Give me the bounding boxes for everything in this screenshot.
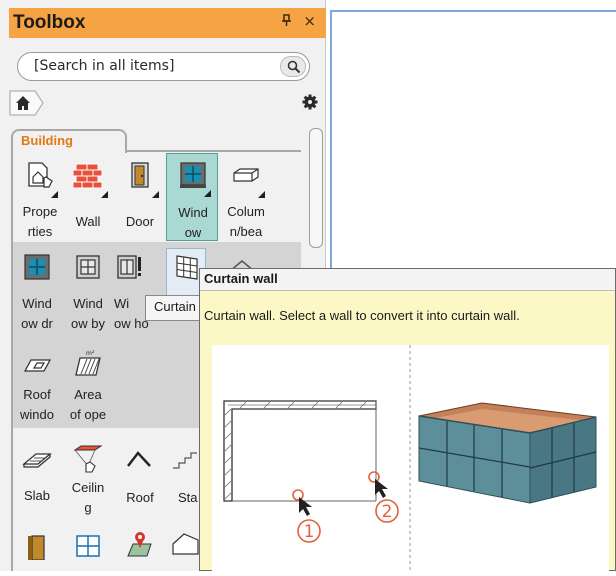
tool-house[interactable]	[166, 524, 200, 571]
tool-window[interactable]: Wind ow	[166, 153, 218, 241]
wall-plan-diagram	[223, 400, 377, 502]
svg-text:m²: m²	[86, 350, 95, 357]
tooltip-illustration: 1 2	[212, 345, 609, 572]
tool-site[interactable]	[114, 524, 166, 571]
tooltip-header: Curtain wall	[200, 269, 615, 291]
tool-window-draw[interactable]: Wind ow dr	[11, 248, 63, 332]
tool-ceiling[interactable]: Ceilin g	[62, 440, 114, 524]
wall-icon	[73, 163, 103, 189]
properties-icon	[28, 162, 53, 188]
tab-building-label: Building	[21, 133, 73, 148]
curtain-wall-icon	[176, 255, 198, 280]
tool-label: Wall	[75, 214, 101, 229]
tool-window-by[interactable]: Wind ow by	[62, 248, 114, 332]
tab-building[interactable]: Building	[11, 129, 127, 153]
toolbox-header: Toolbox ×	[9, 8, 326, 38]
tool-grid[interactable]	[62, 524, 114, 571]
window-hole-icon	[117, 255, 141, 279]
tool-label: Roof windo	[20, 387, 54, 422]
tool-label: Door	[125, 214, 155, 229]
tool-stairs[interactable]: Sta	[168, 440, 198, 524]
grid-icon	[76, 535, 100, 557]
window-draw-icon	[24, 254, 50, 280]
roof-icon	[127, 451, 151, 467]
house-outline-icon	[172, 533, 199, 555]
close-icon[interactable]: ×	[303, 12, 316, 30]
roof-window-icon	[23, 359, 52, 372]
column-icon	[233, 168, 259, 182]
gear-icon[interactable]	[302, 94, 318, 114]
tool-roof-window[interactable]: Roof windo	[11, 345, 63, 429]
tool-slab[interactable]: Slab	[11, 440, 63, 524]
pin-icon[interactable]	[281, 14, 292, 31]
slab-icon	[22, 453, 52, 468]
tool-wall[interactable]: Wall	[62, 156, 114, 240]
cursor-icon	[299, 497, 312, 516]
tool-area-opening[interactable]: m² Area of ope	[62, 345, 114, 429]
tool-roof[interactable]: Roof	[114, 440, 166, 524]
tool-label: Prope rties	[22, 204, 58, 239]
search-input[interactable]: [Search in all items]	[34, 58, 174, 74]
tool-label: Wind ow	[178, 205, 208, 240]
tool-label: Area of ope	[69, 387, 107, 422]
tool-label: Ceilin g	[71, 480, 105, 515]
tool-door[interactable]: Door	[114, 156, 166, 240]
door-icon	[131, 162, 149, 188]
tool-label: Wind ow by	[71, 296, 105, 331]
tool-label: Wind ow dr	[21, 296, 53, 331]
cursor-icon	[375, 479, 388, 498]
window-icon	[180, 162, 206, 188]
scrollbar-thumb[interactable]	[309, 128, 323, 248]
tooltip-short: Curtain	[145, 295, 205, 321]
column-object-icon	[28, 535, 45, 560]
step-2-label: 2	[382, 502, 393, 522]
tooltip-title: Curtain wall	[204, 271, 278, 286]
tool-column-object[interactable]	[11, 526, 63, 571]
tool-column-beam[interactable]: Colum n/bea	[220, 156, 272, 240]
search-icon	[287, 60, 301, 74]
tooltip-curtain-wall: Curtain wall Curtain wall. Select a wall…	[199, 268, 616, 572]
step-1-label: 1	[304, 522, 315, 542]
tooltip-short-text: Curtain	[154, 299, 196, 314]
tool-properties[interactable]: Prope rties	[14, 156, 66, 240]
tool-label: Slab	[23, 488, 51, 503]
search-button[interactable]	[280, 56, 306, 77]
toolbox-title: Toolbox	[13, 12, 86, 33]
ceiling-icon	[73, 445, 103, 473]
tool-label: Roof	[126, 490, 154, 505]
tool-label: Colum n/bea	[227, 204, 265, 239]
search-box[interactable]: [Search in all items]	[17, 52, 310, 81]
site-icon	[127, 532, 152, 557]
stairs-icon	[173, 452, 197, 469]
tooltip-description: Curtain wall. Select a wall to convert i…	[204, 308, 520, 323]
breadcrumb-home[interactable]	[9, 90, 45, 116]
curtain-wall-3d-illustration	[418, 402, 597, 504]
window-by-icon	[76, 255, 100, 279]
area-opening-icon: m²	[75, 350, 101, 376]
